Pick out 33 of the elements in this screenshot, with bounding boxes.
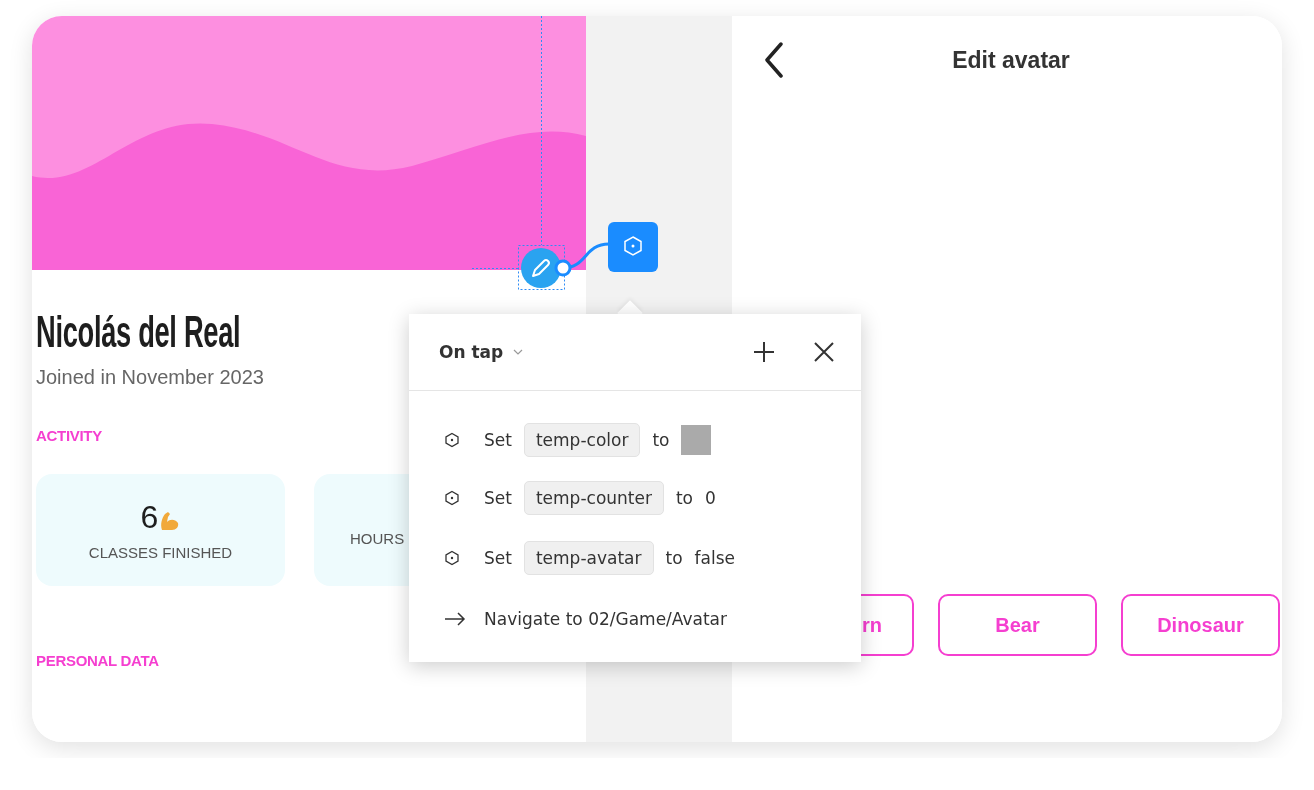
action-word: to	[665, 548, 683, 568]
flexed-arm-icon	[158, 509, 181, 532]
navigate-action: Navigate to 02/Game/Avatar	[484, 609, 727, 629]
screen-title: Edit avatar	[951, 46, 1071, 74]
action-word: to	[652, 430, 670, 450]
trigger-dropdown[interactable]: On tap	[439, 342, 524, 362]
joined-date: Joined in November 2023	[36, 366, 264, 389]
section-heading: PERSONAL DATA	[36, 652, 159, 669]
action-verb: Set	[484, 488, 512, 508]
stat-label: HOURS	[350, 530, 405, 547]
user-name: Nicolás del Real	[36, 306, 242, 358]
interaction-node-icon[interactable]	[608, 222, 658, 272]
close-icon[interactable]	[813, 341, 835, 363]
action-value: false	[694, 548, 736, 568]
stat-label: CLASSES FINISHED	[88, 543, 233, 561]
variable-chip[interactable]: temp-counter	[523, 481, 664, 515]
action-word: to	[675, 488, 694, 508]
variable-icon	[444, 550, 460, 566]
arrow-right-icon	[444, 612, 466, 626]
variable-icon	[444, 490, 460, 506]
chevron-down-icon	[513, 349, 524, 355]
edit-trigger-icon[interactable]	[521, 248, 561, 288]
variable-icon	[444, 432, 460, 448]
back-icon[interactable]	[764, 42, 784, 78]
section-heading: ACTIVITY	[36, 427, 102, 444]
action-verb: Set	[484, 430, 512, 450]
variable-chip[interactable]: temp-color	[523, 423, 641, 457]
action-verb: Set	[484, 548, 512, 568]
action-value: 0	[705, 488, 716, 508]
stat-value: 6	[140, 499, 159, 534]
add-icon[interactable]	[753, 341, 775, 363]
variable-chip[interactable]: temp-avatar	[523, 541, 654, 575]
color-swatch[interactable]	[681, 425, 712, 455]
